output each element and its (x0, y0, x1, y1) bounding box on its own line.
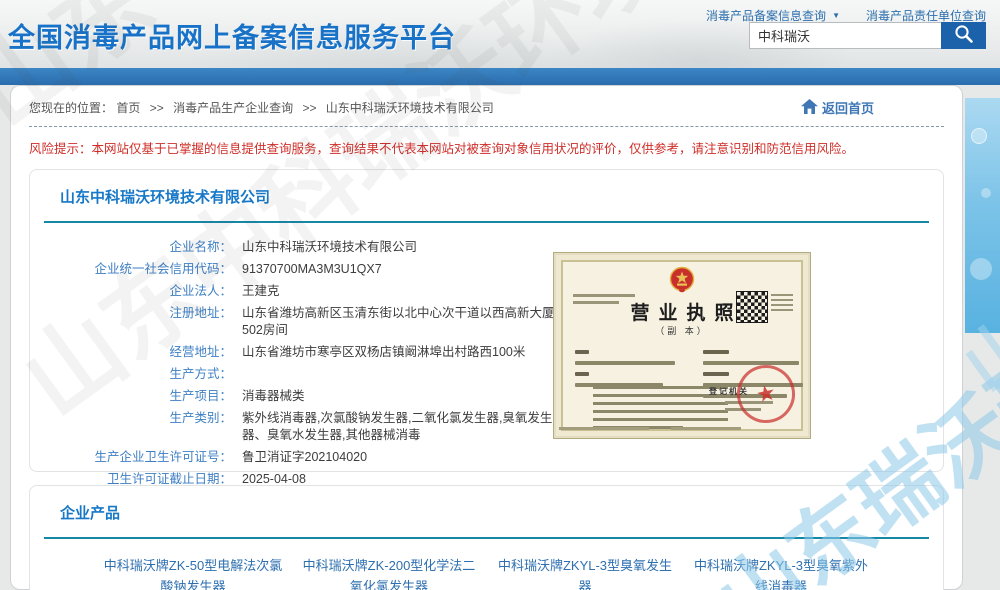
site-title: 全国消毒产品网上备案信息服务平台 (8, 16, 456, 55)
company-info-card: 山东中科瑞沃环境技术有限公司 企业名称： 山东中科瑞沃环境技术有限公司 企业统一… (29, 169, 944, 472)
national-emblem-icon (669, 266, 695, 299)
product-links: 中科瑞沃牌ZK-50型电解法次氯酸钠发生器 中科瑞沃牌ZK-200型化学法二氧化… (102, 555, 943, 590)
home-icon (801, 99, 818, 117)
back-home-label: 返回首页 (822, 98, 874, 117)
product-link-zk50[interactable]: 中科瑞沃牌ZK-50型电解法次氯酸钠发生器 (102, 555, 284, 590)
qr-code (737, 292, 767, 322)
breadcrumb-current: 山东中科瑞沃环境技术有限公司 (326, 101, 494, 115)
search-input[interactable] (749, 22, 941, 49)
section-divider (44, 221, 929, 223)
page: 全国消毒产品网上备案信息服务平台 消毒产品备案信息查询 ▼ 消毒产品责任单位查询 (0, 0, 1000, 590)
product-link-zkyl3-ozone[interactable]: 中科瑞沃牌ZKYL-3型臭氧发生器 (494, 555, 676, 590)
search-button[interactable] (941, 22, 986, 49)
site-header: 全国消毒产品网上备案信息服务平台 消毒产品备案信息查询 ▼ 消毒产品责任单位查询 (0, 0, 1000, 68)
search-bar (749, 22, 986, 49)
license-subtitle: （副 本） (563, 324, 801, 337)
business-license-image: 营业执照 （副 本） (553, 252, 811, 439)
section-divider (44, 537, 929, 539)
risk-notice-text: 本网站仅基于已掌握的信息提供查询服务，查询结果不代表本网站对被查询对象信用状况的… (92, 142, 855, 156)
magnifier-icon (953, 23, 975, 48)
breadcrumb-separator: >> (302, 101, 316, 115)
company-title: 山东中科瑞沃环境技术有限公司 (60, 186, 943, 207)
product-link-zk200[interactable]: 中科瑞沃牌ZK-200型化学法二氧化氯发生器 (298, 555, 480, 590)
risk-notice-label: 风险提示： (29, 142, 92, 156)
risk-notice: 风险提示：本网站仅基于已掌握的信息提供查询服务，查询结果不代表本网站对被查询对象… (29, 138, 944, 157)
chevron-down-icon[interactable]: ▼ (832, 11, 840, 20)
header-accent-bar (0, 68, 1000, 85)
product-link-zkyl3-uv[interactable]: 中科瑞沃牌ZKYL-3型臭氧紫外线消毒器 (690, 555, 872, 590)
breadcrumb-enterprise-query[interactable]: 消毒产品生产企业查询 (173, 101, 293, 115)
products-card: 企业产品 中科瑞沃牌ZK-50型电解法次氯酸钠发生器 中科瑞沃牌ZK-200型化… (29, 485, 944, 590)
license-fine-print (771, 294, 793, 314)
chemistry-decoration (965, 98, 1000, 333)
breadcrumb-prefix: 您现在的位置： (29, 101, 113, 115)
business-license-inner: 营业执照 （副 本） (561, 260, 803, 431)
license-fine-print (573, 294, 635, 308)
license-footer-line (559, 427, 649, 430)
field-row-hygiene-license-no: 生产企业卫生许可证号： 鲁卫消证字202104020 (30, 449, 943, 466)
breadcrumb-separator: >> (150, 101, 164, 115)
breadcrumb: 您现在的位置： 首页 >> 消毒产品生产企业查询 >> 山东中科瑞沃环境技术有限… (29, 99, 494, 116)
back-home-link[interactable]: 返回首页 (801, 98, 874, 117)
field-row-license-expiry: 卫生许可证截止日期： 2025-04-08 (30, 471, 943, 488)
breadcrumb-home[interactable]: 首页 (116, 101, 140, 115)
products-title: 企业产品 (60, 502, 943, 523)
main-panel: 您现在的位置： 首页 >> 消毒产品生产企业查询 >> 山东中科瑞沃环境技术有限… (10, 85, 963, 590)
license-footer-line (671, 427, 741, 430)
dashed-divider (29, 126, 944, 127)
